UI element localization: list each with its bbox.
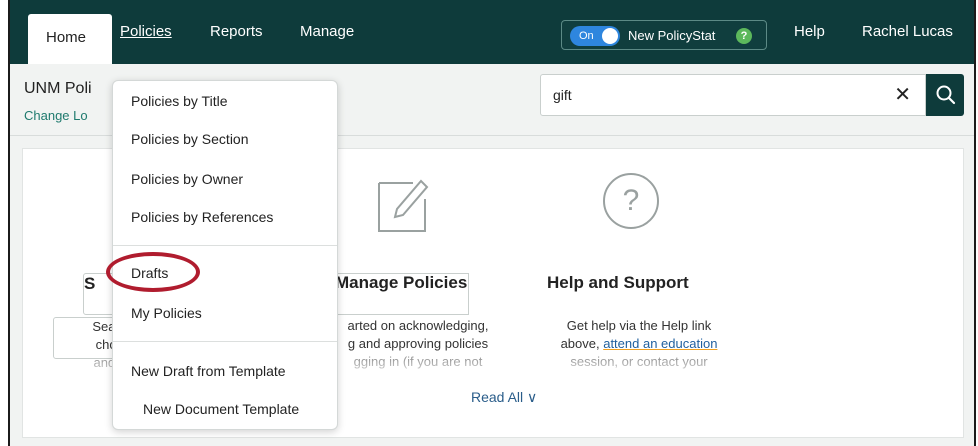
close-icon[interactable]: ✕: [894, 83, 911, 107]
app-frame: Home Policies Reports Manage On New Poli…: [8, 0, 976, 446]
document-edit-icon: [378, 179, 429, 232]
manage-policies-title: Manage Policies: [335, 273, 468, 292]
toggle-knob: [602, 28, 618, 44]
drafts-highlight-annotation: [106, 252, 200, 292]
menu-item-policies-by-references[interactable]: Policies by References: [131, 209, 273, 225]
menu-item-new-draft-from-template[interactable]: New Draft from Template: [131, 363, 286, 379]
search-value: gift: [553, 87, 572, 103]
user-menu[interactable]: Rachel Lucas: [862, 20, 953, 64]
tab-help[interactable]: Help: [794, 20, 825, 64]
top-navigation: Home Policies Reports Manage On New Poli…: [10, 0, 974, 64]
read-all-button[interactable]: Read All ∨: [471, 389, 537, 406]
new-policystat-toggle-group: On New PolicyStat ?: [561, 20, 767, 50]
attend-education-link[interactable]: attend an education: [603, 336, 717, 351]
tab-manage[interactable]: Manage: [300, 20, 354, 64]
site-name: UNM Poli: [24, 80, 92, 97]
search-icon: [936, 85, 956, 105]
menu-divider: [113, 341, 337, 342]
menu-item-policies-by-title[interactable]: Policies by Title: [131, 93, 227, 109]
menu-divider: [113, 245, 337, 246]
search-input[interactable]: gift ✕: [540, 74, 926, 116]
change-location-link[interactable]: Change Lo: [24, 108, 88, 123]
tab-policies[interactable]: Policies: [120, 20, 172, 64]
menu-item-my-policies[interactable]: My Policies: [131, 305, 202, 321]
menu-item-policies-by-section[interactable]: Policies by Section: [131, 131, 249, 147]
tab-reports[interactable]: Reports: [210, 20, 263, 64]
toggle-label: New PolicyStat: [628, 28, 716, 43]
tab-home[interactable]: Home: [28, 14, 112, 64]
search-button[interactable]: [926, 74, 964, 116]
help-icon: ?: [603, 173, 659, 229]
help-support-title: Help and Support: [547, 273, 689, 292]
new-policystat-toggle[interactable]: On: [570, 26, 620, 46]
toggle-state-label: On: [579, 30, 594, 42]
menu-item-policies-by-owner[interactable]: Policies by Owner: [131, 171, 243, 187]
help-question-icon[interactable]: ?: [736, 28, 752, 44]
menu-item-new-document-template[interactable]: New Document Template: [143, 401, 299, 417]
